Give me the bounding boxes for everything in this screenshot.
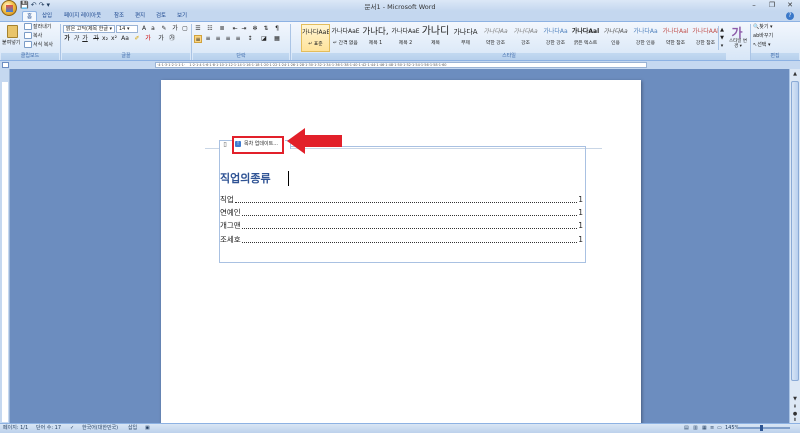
style-name: ↵ 간격 없음: [333, 41, 358, 46]
scroll-thumb[interactable]: [791, 81, 799, 381]
style-item[interactable]: 가나다AAl 강한 참조: [691, 24, 720, 52]
style-preview: 가나다,: [362, 27, 389, 37]
page-count[interactable]: 페이지: 1/1: [3, 424, 28, 433]
tab-selector-icon[interactable]: [2, 62, 9, 68]
style-item[interactable]: 가나다Aal 굵은 텍스트: [571, 24, 600, 52]
outline-icon[interactable]: ≡: [710, 424, 714, 433]
tab-view[interactable]: 보기: [173, 11, 191, 21]
style-name: 약한 강조: [485, 41, 506, 46]
close-button[interactable]: ✕: [781, 0, 799, 11]
horizontal-ruler[interactable]: ·4·1·3·1·2·1·1·1· 1·2·1·4·1·6·1·8·1·10·1…: [155, 62, 647, 68]
vertical-ruler-area: [2, 82, 8, 422]
status-bar: 페이지: 1/1 단어 수: 17 ✓ 한국어(대한민국) 삽입 ▣ ▤ ▥ ▦…: [0, 423, 800, 433]
style-name: 제목: [431, 41, 440, 46]
tab-insert[interactable]: 삽입: [38, 11, 56, 21]
dot-leader: [241, 220, 578, 229]
replace-button[interactable]: ab바꾸기: [753, 32, 773, 41]
style-item[interactable]: 가나다Aa 강한 강조: [541, 24, 570, 52]
style-item[interactable]: 가나다Aal 약한 참조: [661, 24, 690, 52]
zoom-slider-thumb[interactable]: [760, 425, 763, 431]
zoom-slider[interactable]: [738, 427, 790, 429]
style-name: 부제: [461, 41, 470, 46]
style-preview: 가나다Aa: [633, 28, 658, 35]
style-item[interactable]: 가나다, 제목 1: [361, 24, 390, 52]
style-preview: 가나다A: [453, 28, 478, 36]
minimize-button[interactable]: –: [745, 0, 763, 11]
tab-mailings[interactable]: 편지: [131, 11, 149, 21]
style-preview: 가나다Aal: [662, 28, 689, 35]
toc-entry[interactable]: 개그맨 1: [220, 220, 583, 232]
dot-leader: [234, 194, 578, 203]
style-name: ↵ 표준: [308, 42, 323, 47]
help-icon[interactable]: ?: [786, 12, 794, 20]
toc-entry[interactable]: 직업 1: [220, 194, 583, 206]
proofing-icon[interactable]: ✓: [70, 424, 74, 433]
web-layout-icon[interactable]: ▦: [702, 424, 707, 433]
scroll-down-icon[interactable]: ▼: [791, 395, 799, 403]
toc-heading: 직업의종류: [220, 172, 271, 185]
style-preview: 가나다AaE: [302, 29, 329, 36]
window-title: 문서1 - Microsoft Word: [364, 3, 436, 11]
editing-group-label: 편집: [751, 53, 799, 60]
style-name: 제목 2: [398, 41, 413, 46]
style-item[interactable]: 가나다AaE 제목 2: [391, 24, 420, 52]
restore-button[interactable]: ❐: [763, 0, 781, 11]
draft-icon[interactable]: ▭: [717, 424, 722, 433]
styles-group-label: 스타일: [292, 53, 726, 60]
style-item[interactable]: 가나다A 부제: [451, 24, 480, 52]
style-name: 제목 1: [368, 41, 383, 46]
style-item[interactable]: 가나다Aa 인용: [601, 24, 630, 52]
tab-references[interactable]: 참조: [110, 11, 128, 21]
style-name: 인용: [611, 41, 620, 46]
office-logo-icon: [6, 5, 13, 12]
style-preview: 가나다Aa: [483, 28, 508, 35]
language-indicator[interactable]: 한국어(대한민국): [82, 424, 118, 433]
style-item[interactable]: 가나디제목: [421, 24, 450, 52]
style-preview: 가나다AAl: [692, 28, 719, 35]
office-button[interactable]: [1, 0, 17, 16]
style-item[interactable]: 가나다AaE ↵ 표준: [301, 24, 330, 52]
find-button[interactable]: 🔍찾기 ▾: [753, 23, 773, 32]
annotation-highlight-box: [232, 136, 284, 154]
style-name: 굵은 텍스트: [573, 41, 598, 46]
toc-entry[interactable]: 연예인 1: [220, 207, 583, 219]
style-preview: 가나다Aal: [571, 28, 600, 35]
select-button[interactable]: ↖선택 ▾: [753, 41, 771, 50]
text-cursor: [288, 171, 289, 186]
style-item[interactable]: 가나다AaE ↵ 간격 없음: [331, 24, 360, 52]
gallery-scroll-icon[interactable]: ▲ ▼ ▾: [718, 26, 725, 50]
print-layout-icon[interactable]: ▤: [684, 424, 689, 433]
toc-menu-icon[interactable]: ▯: [221, 141, 229, 148]
dot-leader: [241, 207, 578, 216]
style-preview: 가나다AaE: [331, 28, 360, 35]
style-name: 강한 인용: [635, 41, 656, 46]
change-styles-button[interactable]: 스타일 변경 ▾: [727, 39, 749, 49]
dot-leader: [241, 234, 578, 243]
annotation-arrow-icon: [287, 128, 342, 154]
insert-mode[interactable]: 삽입: [128, 424, 137, 433]
scroll-up-icon[interactable]: ▲: [791, 70, 799, 78]
style-item[interactable]: 가나다Aa 강조: [511, 24, 540, 52]
style-preview: 가나다Aa: [543, 28, 568, 35]
full-screen-icon[interactable]: ▥: [693, 424, 698, 433]
style-name: 강한 강조: [545, 41, 566, 46]
word-count[interactable]: 단어 수: 17: [36, 424, 61, 433]
tab-review[interactable]: 검토: [152, 11, 170, 21]
macro-icon[interactable]: ▣: [145, 424, 150, 433]
style-item[interactable]: 가나다Aa 약한 강조: [481, 24, 510, 52]
style-name: 강조: [521, 41, 530, 46]
style-item[interactable]: 가나다Aa 강한 인용: [631, 24, 660, 52]
style-preview: 가나다AaE: [391, 28, 420, 35]
tab-page-layout[interactable]: 페이지 레이아웃: [60, 11, 105, 21]
style-name: 약한 참조: [665, 41, 686, 46]
style-preview: 가나다Aa: [603, 28, 628, 35]
toc-entry[interactable]: 조세호 1: [220, 234, 583, 246]
tab-home[interactable]: 홈: [22, 11, 38, 21]
change-styles-icon[interactable]: 가: [728, 24, 746, 40]
style-preview: 가나디: [421, 26, 450, 37]
vertical-scrollbar[interactable]: ▲ ▼ ⇞ ● ⇟: [789, 69, 800, 423]
ribbon: 붙여넣기 잘라내기 복사 서식 복사 클립보드 맑은 고딕(제목 한글 ▾ 14…: [0, 21, 800, 61]
style-preview: 가나다Aa: [513, 28, 538, 35]
style-name: 강한 참조: [695, 41, 716, 46]
